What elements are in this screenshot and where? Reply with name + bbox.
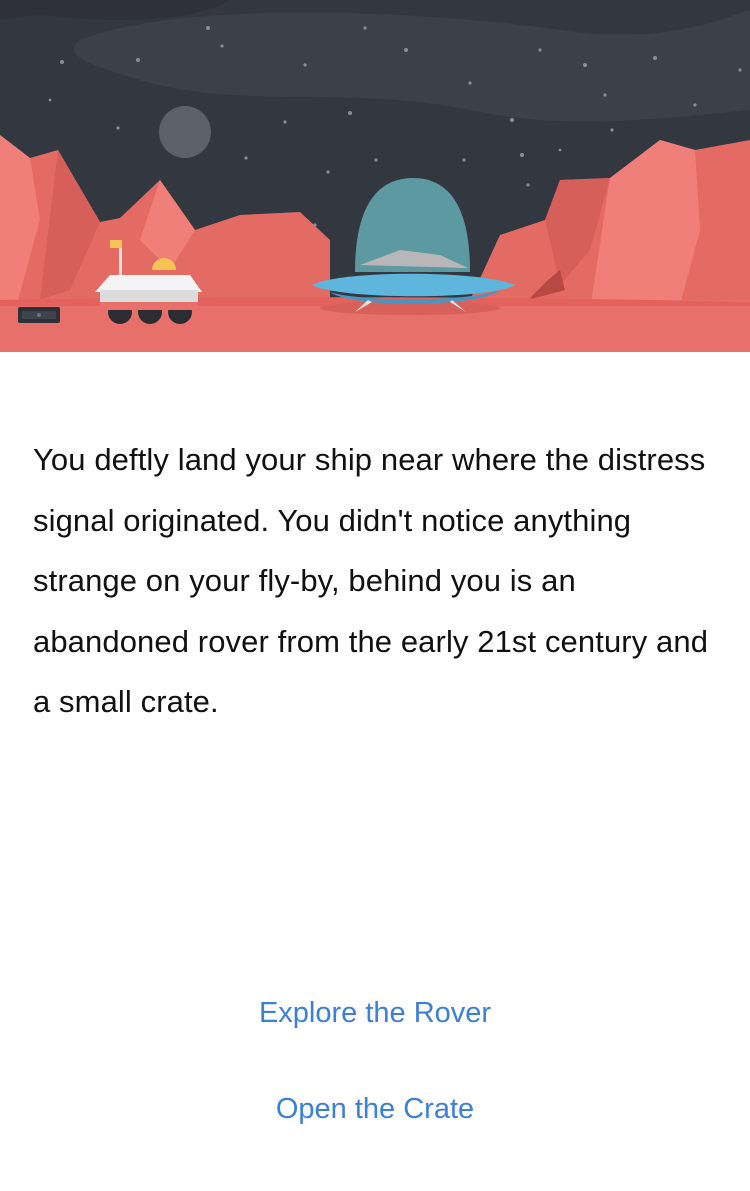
scene-illustration	[0, 0, 750, 352]
crate-icon	[18, 307, 60, 323]
scene-svg	[0, 0, 750, 352]
open-crate-choice[interactable]: Open the Crate	[0, 1089, 750, 1129]
story-text: You deftly land your ship near where the…	[33, 442, 709, 719]
planet-icon	[159, 106, 211, 158]
explore-rover-choice[interactable]: Explore the Rover	[0, 993, 750, 1033]
